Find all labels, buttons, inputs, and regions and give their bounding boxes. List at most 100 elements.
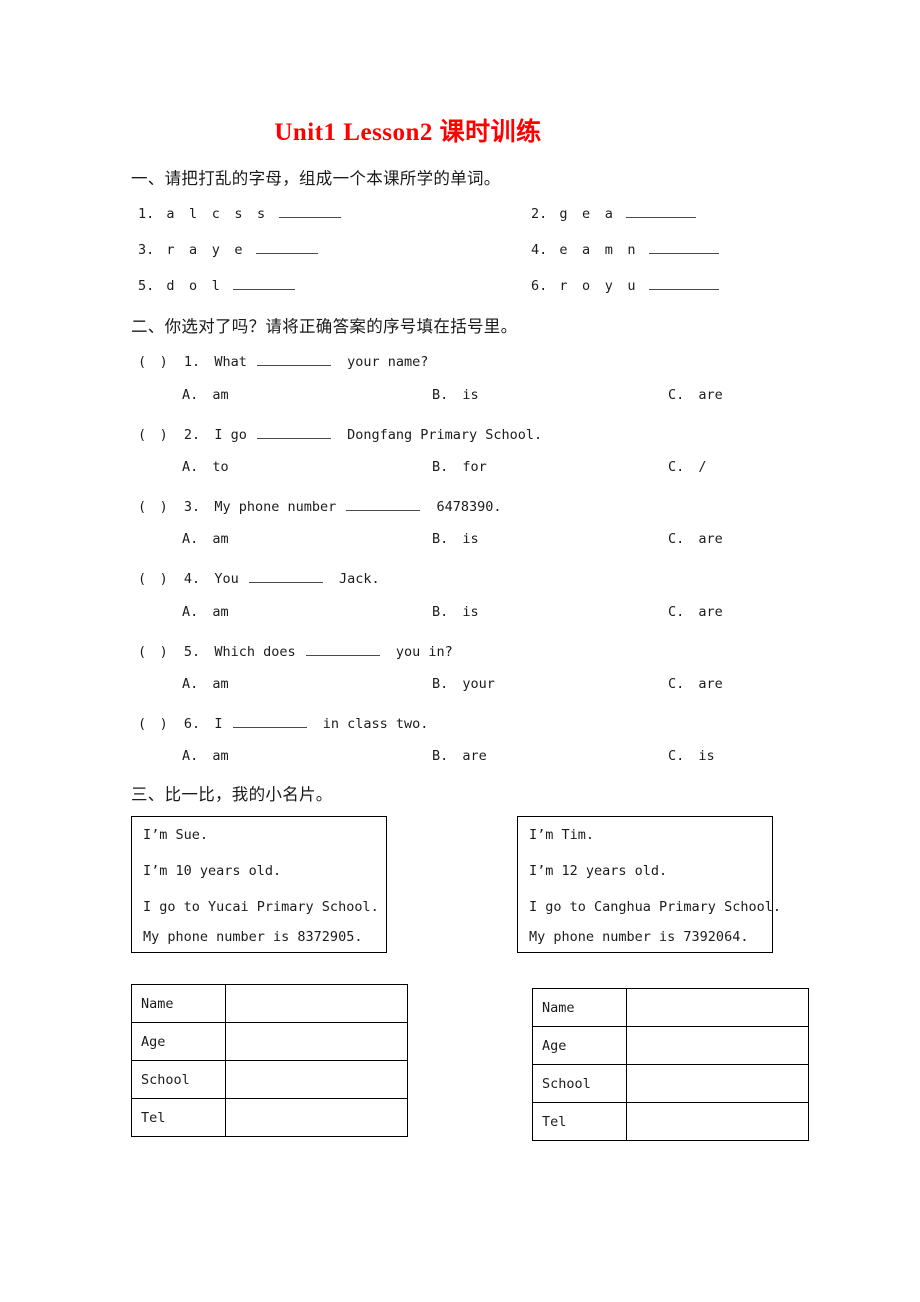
question-6-option-a-text: am [212, 748, 229, 764]
question-5-bracket[interactable]: ( ) [138, 644, 168, 660]
word-item-6: 6. r o y u [531, 276, 721, 294]
info-table-right-value-tel[interactable] [626, 1102, 809, 1141]
question-5-option-b-text: your [462, 676, 495, 692]
info-table-right: Name Age School Tel [532, 988, 809, 1141]
question-4-stem-before: You [214, 571, 239, 587]
word-item-2-blank[interactable] [626, 204, 697, 218]
question-3-bracket[interactable]: ( ) [138, 499, 168, 515]
question-5-stem-after: you in? [395, 644, 453, 660]
question-1-option-c-letter: C. [668, 387, 685, 403]
question-5-option-c[interactable]: C. are [668, 676, 723, 692]
question-2-option-b-text: for [462, 459, 487, 475]
word-item-3-blank[interactable] [255, 240, 318, 254]
question-6-blank[interactable] [232, 714, 307, 728]
info-table-left-label-age: Age [131, 1022, 226, 1061]
word-item-6-letters: r o y u [559, 277, 639, 294]
question-4-bracket[interactable]: ( ) [138, 571, 168, 587]
question-6-option-a-letter: A. [182, 748, 199, 764]
name-card-sue-line-1: I’m Sue. [143, 827, 209, 843]
name-card-sue-line-3: I go to Yucai Primary School. [143, 899, 379, 915]
question-3-option-a-text: am [212, 531, 229, 547]
question-3-option-b-text: is [462, 531, 479, 547]
info-table-left-value-age[interactable] [225, 1022, 408, 1061]
question-2-option-b-letter: B. [432, 459, 449, 475]
question-1-option-c[interactable]: C. are [668, 387, 723, 403]
question-1-stem-before: What [214, 354, 247, 370]
name-card-tim-line-3: I go to Canghua Primary School. [529, 899, 781, 915]
question-1-blank[interactable] [256, 352, 331, 366]
question-1-option-b-text: is [462, 387, 479, 403]
question-5-option-a-text: am [212, 676, 229, 692]
question-5-number: 5. [183, 644, 201, 660]
name-card-tim-line-1: I’m Tim. [529, 827, 595, 843]
word-item-4-blank[interactable] [648, 240, 719, 254]
name-card-sue: I’m Sue. I’m 10 years old. I go to Yucai… [131, 816, 387, 953]
question-5-option-a-letter: A. [182, 676, 199, 692]
question-4-blank[interactable] [248, 569, 323, 583]
table-row: School [131, 1060, 408, 1099]
word-item-5-blank[interactable] [233, 276, 296, 290]
question-4-option-b-letter: B. [432, 604, 449, 620]
question-3-option-a[interactable]: A. am [182, 531, 229, 547]
question-5-option-a[interactable]: A. am [182, 676, 229, 692]
info-table-right-label-name: Name [532, 988, 627, 1027]
word-item-2: 2. g e a [531, 204, 698, 222]
question-3-option-b[interactable]: B. is [432, 531, 479, 547]
question-5-blank[interactable] [305, 642, 380, 656]
question-5-option-c-text: are [698, 676, 723, 692]
question-2-option-b[interactable]: B. for [432, 459, 487, 475]
word-item-4: 4. e a m n [531, 240, 721, 258]
word-item-6-blank[interactable] [648, 276, 719, 290]
question-6-option-b[interactable]: B. are [432, 748, 487, 764]
question-4-option-a[interactable]: A. am [182, 604, 229, 620]
question-3-stem-after: 6478390. [436, 499, 502, 515]
info-table-right-value-name[interactable] [626, 988, 809, 1027]
word-item-1-blank[interactable] [278, 204, 341, 218]
question-6-option-c-text: is [698, 748, 715, 764]
word-item-4-letters: e a m n [559, 241, 639, 258]
question-2-option-c[interactable]: C. / [668, 459, 707, 475]
question-5-stem-before: Which does [214, 644, 296, 660]
question-6-option-c[interactable]: C. is [668, 748, 715, 764]
word-item-2-number: 2. [531, 205, 548, 222]
question-6-bracket[interactable]: ( ) [138, 716, 168, 732]
info-table-left-value-school[interactable] [225, 1060, 408, 1099]
question-6-option-a[interactable]: A. am [182, 748, 229, 764]
question-5: ( ) 5. Which does you in? [138, 640, 453, 660]
word-item-2-letters: g e a [559, 205, 617, 222]
question-4-option-b-text: is [462, 604, 479, 620]
info-table-right-value-age[interactable] [626, 1026, 809, 1065]
info-table-left-label-name: Name [131, 984, 226, 1023]
question-2-blank[interactable] [256, 425, 331, 439]
question-1-option-a-letter: A. [182, 387, 199, 403]
table-row: Tel [532, 1102, 809, 1141]
question-4-stem-after: Jack. [338, 571, 380, 587]
question-2-option-a[interactable]: A. to [182, 459, 229, 475]
question-3-option-b-letter: B. [432, 531, 449, 547]
word-item-1: 1. a l c s s [138, 204, 343, 222]
question-5-option-b[interactable]: B. your [432, 676, 495, 692]
question-3-stem-before: My phone number [214, 499, 337, 515]
question-3-option-c[interactable]: C. are [668, 531, 723, 547]
question-4-option-c-text: are [698, 604, 723, 620]
name-card-sue-line-2: I’m 10 years old. [143, 863, 282, 879]
question-4-option-c[interactable]: C. are [668, 604, 723, 620]
question-4-option-b[interactable]: B. is [432, 604, 479, 620]
info-table-right-value-school[interactable] [626, 1064, 809, 1103]
question-1-bracket[interactable]: ( ) [138, 354, 168, 370]
question-2-option-c-letter: C. [668, 459, 685, 475]
question-4-option-c-letter: C. [668, 604, 685, 620]
question-3-blank[interactable] [346, 497, 421, 511]
info-table-left-value-name[interactable] [225, 984, 408, 1023]
word-item-5-letters: d o l [166, 277, 224, 294]
info-table-left-value-tel[interactable] [225, 1098, 408, 1137]
question-6-stem-after: in class two. [322, 716, 429, 732]
table-row: Tel [131, 1098, 408, 1137]
info-table-left-label-tel: Tel [131, 1098, 226, 1137]
question-1-option-a[interactable]: A. am [182, 387, 229, 403]
question-3: ( ) 3. My phone number 6478390. [138, 495, 502, 515]
question-2-bracket[interactable]: ( ) [138, 427, 168, 443]
name-card-tim: I’m Tim. I’m 12 years old. I go to Cangh… [517, 816, 781, 953]
question-1-option-b[interactable]: B. is [432, 387, 479, 403]
question-2-number: 2. [183, 427, 201, 443]
